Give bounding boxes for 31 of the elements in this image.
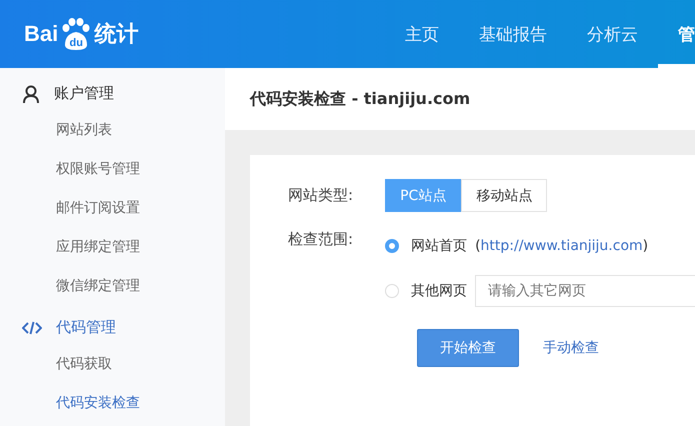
logo-text: du [68, 37, 84, 49]
user-icon [22, 84, 40, 102]
sidebar-item[interactable]: 微信绑定管理 [0, 266, 225, 305]
nav-tab[interactable]: 基础报告 [459, 0, 567, 68]
field-label: 网站类型: [288, 186, 354, 205]
site-type-tab[interactable]: PC站点 [385, 179, 462, 212]
page-title: 代码安装检查 - tianjiju.com [250, 88, 470, 110]
url-input-field[interactable]: 请输入其它网页 [475, 275, 695, 307]
sidebar-group[interactable]: 代码管理 [0, 311, 225, 344]
start-check-button[interactable]: 开始检查 [417, 329, 519, 367]
logo-text: Bai [24, 21, 58, 47]
sidebar-item[interactable]: 应用绑定管理 [0, 227, 225, 266]
radio-button[interactable] [385, 239, 400, 253]
site-type-tab[interactable]: 移动站点 [461, 179, 548, 212]
nav-tab[interactable]: 分析云 [567, 0, 658, 68]
paren-text: ) [642, 238, 648, 254]
manual-check-link[interactable]: 手动检查 [543, 339, 599, 357]
field-label: 检查范围: [288, 230, 354, 249]
nav-tab[interactable]: 主页 [385, 0, 459, 68]
sidebar-item[interactable]: 网站列表 [0, 110, 225, 149]
logo-text: 统计 [94, 20, 138, 48]
sidebar-item[interactable]: 邮件订阅设置 [0, 188, 225, 227]
sidebar-item[interactable]: 权限账号管理 [0, 149, 225, 188]
sidebar-group[interactable]: 账户管理 [0, 77, 225, 110]
site-link[interactable]: http://www.tianjiju.com [480, 238, 643, 254]
code-icon [22, 320, 42, 334]
sidebar-item[interactable]: 代码获取 [0, 344, 225, 383]
paren-text: ( [475, 238, 481, 254]
option-label: 其他网页 [411, 282, 468, 300]
option-label: 网站首页 [411, 237, 468, 255]
sidebar-item[interactable]: 代码安装检查 [0, 383, 225, 422]
